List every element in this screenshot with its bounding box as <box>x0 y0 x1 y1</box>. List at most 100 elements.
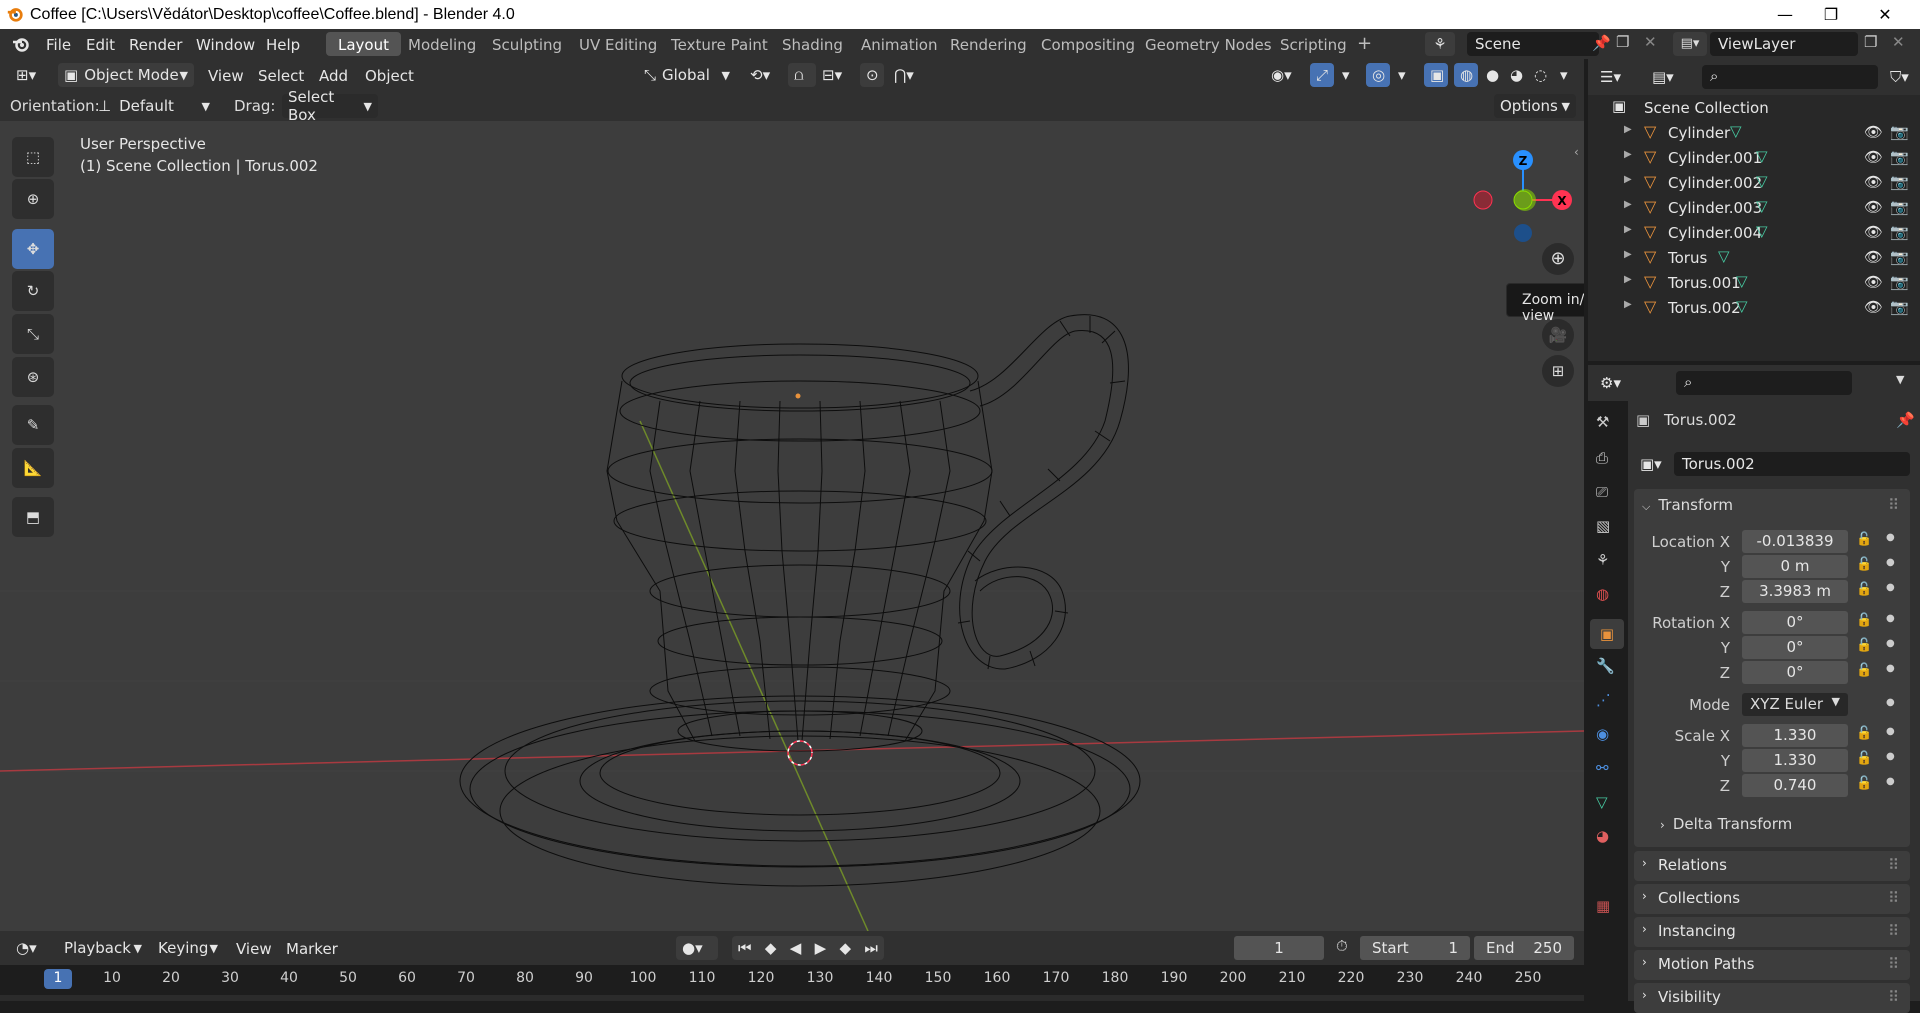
overlay-dropdown-icon[interactable]: ▾ <box>1392 63 1412 87</box>
eye-icon[interactable]: 👁 <box>1864 223 1883 241</box>
camera-icon[interactable]: 📷 <box>1890 198 1909 216</box>
keyframe-dot-icon[interactable]: ● <box>1886 613 1895 624</box>
stopwatch-icon[interactable]: ⏱ <box>1336 937 1348 955</box>
scale-x-field[interactable]: 1.330 <box>1742 724 1848 747</box>
texture-tab-icon[interactable]: ▦ <box>1596 897 1610 915</box>
add-workspace-icon[interactable]: + <box>1357 33 1372 54</box>
jump-start-icon[interactable]: ⏮ <box>738 939 752 957</box>
keyframe-dot-icon[interactable]: ● <box>1886 697 1895 708</box>
jump-end-icon[interactable]: ⏭ <box>864 939 878 957</box>
drag-dropdown[interactable]: Select Box ▼ <box>282 88 378 124</box>
play-reverse-icon[interactable]: ◀ <box>790 939 802 957</box>
scale-y-field[interactable]: 1.330 <box>1742 749 1848 772</box>
playback-menu[interactable]: Playback ▼ <box>58 936 148 960</box>
lock-icon[interactable]: 🔓 <box>1856 751 1872 766</box>
pin-icon[interactable]: 📌 <box>1896 411 1915 429</box>
outliner-item[interactable]: ▶ ▽ Torus.001 ▽ 👁 📷 <box>1588 270 1920 295</box>
ortho-toggle-icon[interactable]: ⊞ <box>1542 355 1574 387</box>
keyframe-dot-icon[interactable]: ● <box>1886 751 1895 762</box>
viewport-menu-select[interactable]: Select <box>250 64 312 88</box>
eye-icon[interactable]: 👁 <box>1864 248 1883 266</box>
start-frame-field[interactable]: Start 1 <box>1360 936 1470 960</box>
xray-toggle-icon[interactable]: ▣ <box>1424 63 1448 87</box>
chevron-down-icon[interactable]: ▼ <box>1896 373 1904 386</box>
properties-editor-type-icon[interactable]: ⚙▾ <box>1594 371 1634 395</box>
tab-rendering[interactable]: Rendering <box>938 32 1039 56</box>
outliner-item[interactable]: ▶ ▽ Torus ▽ 👁 📷 <box>1588 245 1920 270</box>
timeline-ruler[interactable]: 1 10 20 30 40 50 60 70 80 90 100 110 120 130 140 150 160… <box>0 965 1584 1001</box>
play-icon[interactable]: ▶ <box>815 939 827 957</box>
tab-uv-editing[interactable]: UV Editing <box>567 32 669 56</box>
expand-arrow-icon[interactable]: ▶ <box>1624 224 1632 235</box>
object-tab-icon[interactable]: ▣ <box>1590 619 1624 649</box>
delete-scene-icon[interactable]: ✕ <box>1644 33 1657 51</box>
outliner-editor-type-icon[interactable]: ☰▾ <box>1594 65 1634 89</box>
camera-icon[interactable]: 📷 <box>1890 223 1909 241</box>
physics-tab-icon[interactable]: ◉ <box>1596 725 1609 743</box>
annotate-tool[interactable]: ✎ <box>12 405 54 445</box>
tab-sculpting[interactable]: Sculpting <box>480 32 574 56</box>
solid-shading-icon[interactable]: ● <box>1480 63 1504 87</box>
scene-browse-icon[interactable]: ⚘ <box>1425 32 1455 56</box>
lock-icon[interactable]: 🔓 <box>1856 663 1872 678</box>
timeline-menu-marker[interactable]: Marker <box>278 937 346 961</box>
keyframe-dot-icon[interactable]: ● <box>1886 776 1895 787</box>
panel-header[interactable]: › Motion Paths ⠿ <box>1634 950 1910 980</box>
expand-arrow-icon[interactable]: ▶ <box>1624 199 1632 210</box>
mesh-data-icon[interactable]: ▽ <box>1756 197 1768 215</box>
lock-icon[interactable]: 🔓 <box>1856 532 1872 547</box>
tab-texture-paint[interactable]: Texture Paint <box>659 32 780 56</box>
eye-icon[interactable]: 👁 <box>1864 173 1883 191</box>
mesh-data-icon[interactable]: ▽ <box>1736 272 1748 290</box>
orientation-dropdown[interactable]: ⊥ Default ▼ <box>92 94 216 118</box>
add-cube-tool[interactable]: ⬒ <box>12 497 54 537</box>
mode-dropdown[interactable]: ▣ Object Mode ▼ <box>58 63 194 87</box>
delete-viewlayer-icon[interactable]: ✕ <box>1892 33 1905 51</box>
outliner-item[interactable]: ▶ ▽ Cylinder.002 ▽ 👁 📷 <box>1588 170 1920 195</box>
prev-keyframe-icon[interactable]: ◆ <box>765 939 777 957</box>
editor-type-icon[interactable]: ⊞▾ <box>10 63 50 87</box>
expand-arrow-icon[interactable]: ▶ <box>1624 274 1632 285</box>
minimize-button[interactable]: — <box>1762 0 1808 29</box>
navigation-gizmo[interactable]: Z X <box>1465 133 1575 243</box>
keyframe-dot-icon[interactable]: ● <box>1886 726 1895 737</box>
keyframe-dot-icon[interactable]: ● <box>1886 557 1895 568</box>
drag-handle-icon[interactable]: ⠿ <box>1888 889 1899 907</box>
camera-icon[interactable]: 📷 <box>1890 173 1909 191</box>
properties-search-input[interactable]: ⌕ <box>1676 371 1852 395</box>
eye-icon[interactable]: 👁 <box>1864 198 1883 216</box>
camera-icon[interactable]: 📷 <box>1890 248 1909 266</box>
particles-tab-icon[interactable]: ⋰ <box>1596 691 1611 709</box>
gizmo-dropdown-icon[interactable]: ▾ <box>1336 63 1356 87</box>
mesh-data-icon[interactable]: ▽ <box>1756 147 1768 165</box>
outliner-item[interactable]: ▶ ▽ Cylinder.003 ▽ 👁 📷 <box>1588 195 1920 220</box>
material-shading-icon[interactable]: ◕ <box>1504 63 1528 87</box>
camera-icon[interactable]: 📷 <box>1890 123 1909 141</box>
expand-arrow-icon[interactable]: ▶ <box>1624 249 1632 260</box>
panel-header[interactable]: › Relations ⠿ <box>1634 851 1910 881</box>
modifier-tab-icon[interactable]: 🔧 <box>1596 657 1615 675</box>
3d-viewport[interactable]: User Perspective (1) Scene Collection | … <box>0 121 1584 931</box>
close-window-button[interactable]: ✕ <box>1862 0 1908 29</box>
output-tab-icon[interactable]: ⎚ <box>1596 483 1608 501</box>
pivot-point-icon[interactable]: ⟲▾ <box>744 63 784 87</box>
panel-header[interactable]: › Instancing ⠿ <box>1634 917 1910 947</box>
drag-handle-icon[interactable]: ⠿ <box>1888 988 1899 1006</box>
render-tab-icon[interactable]: ⎙ <box>1596 449 1608 467</box>
outliner-search-input[interactable]: ⌕ <box>1702 65 1878 89</box>
menu-edit[interactable]: Edit <box>78 33 123 57</box>
location-y-field[interactable]: 0 m <box>1742 555 1848 578</box>
mesh-data-icon[interactable]: ▽ <box>1756 222 1768 240</box>
outliner-item[interactable]: ▶ ▽ Cylinder ▽ 👁 📷 <box>1588 120 1920 145</box>
menu-file[interactable]: File <box>38 33 79 57</box>
keyframe-dot-icon[interactable]: ● <box>1886 582 1895 593</box>
end-frame-field[interactable]: End 250 <box>1474 936 1574 960</box>
scale-tool[interactable]: ⤡ <box>12 314 54 354</box>
camera-icon[interactable]: 📷 <box>1890 148 1909 166</box>
mesh-data-icon[interactable]: ▽ <box>1736 297 1748 315</box>
eye-icon[interactable]: 👁 <box>1864 123 1883 141</box>
lock-icon[interactable]: 🔓 <box>1856 638 1872 653</box>
timeline-scrollbar[interactable] <box>0 995 1584 1001</box>
outliner-item[interactable]: ▶ ▽ Cylinder.004 ▽ 👁 📷 <box>1588 220 1920 245</box>
viewport-menu-view[interactable]: View <box>200 64 252 88</box>
